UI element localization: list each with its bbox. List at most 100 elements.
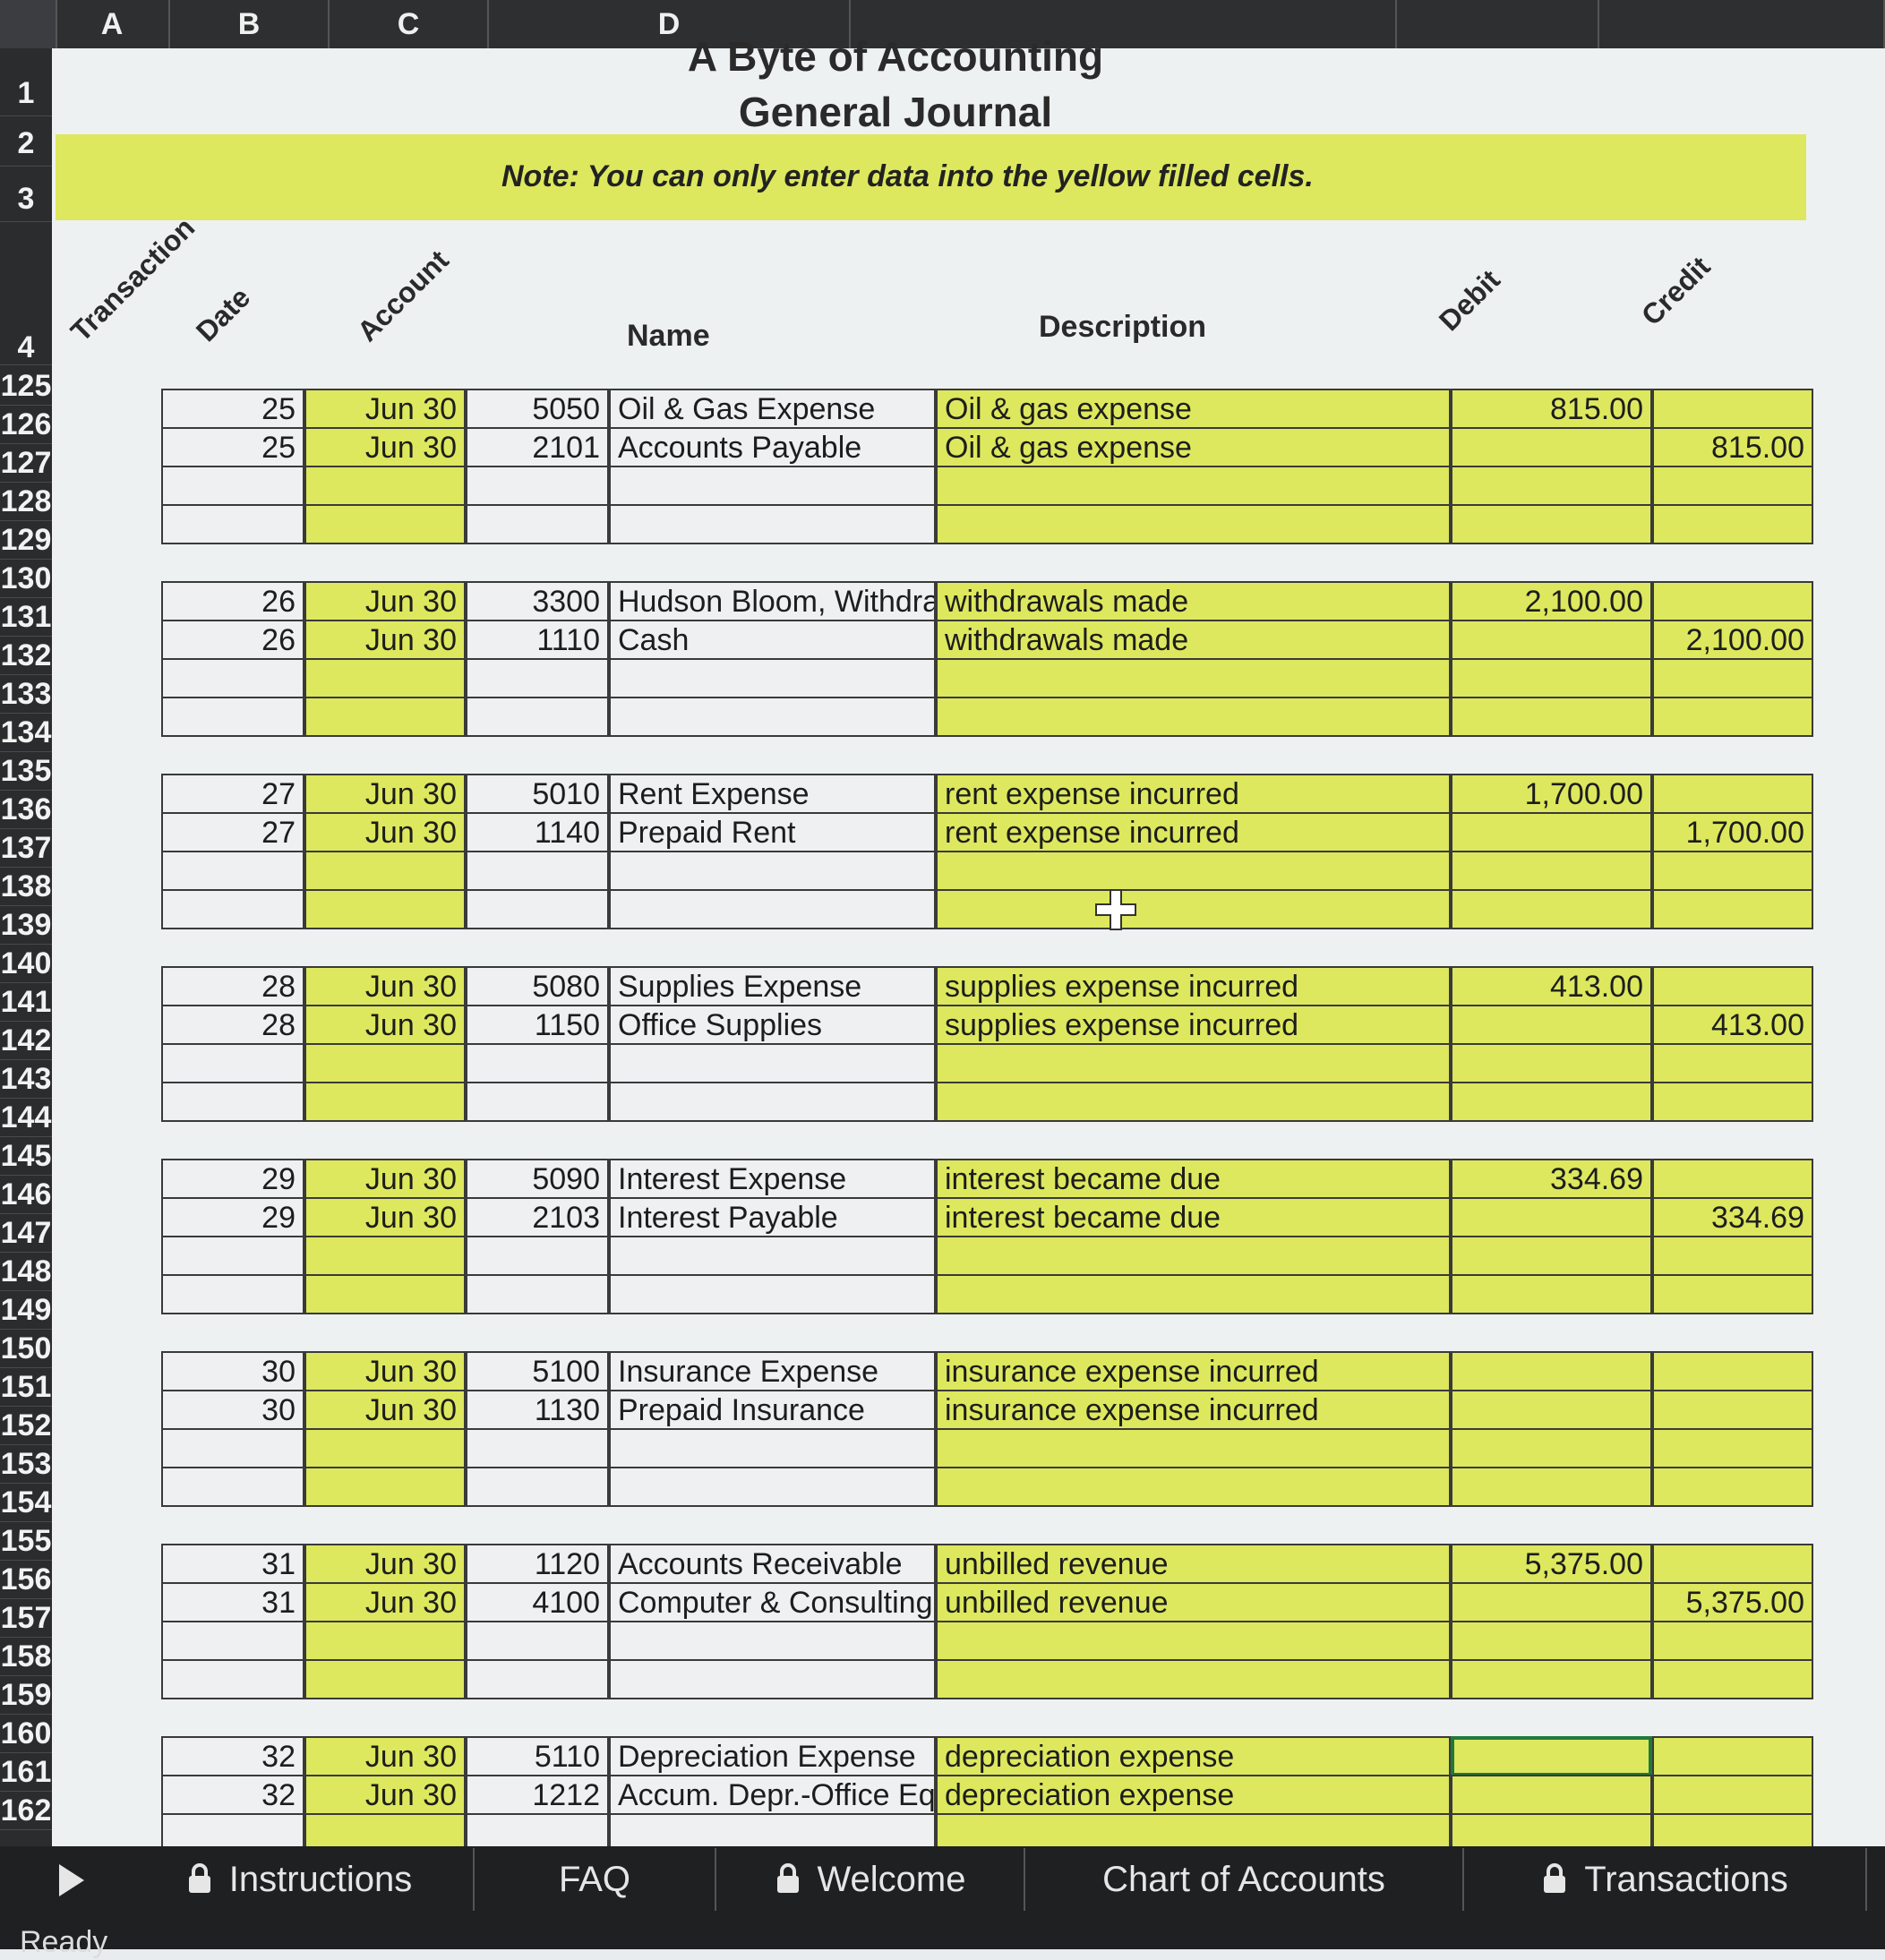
account-name-cell[interactable] [609, 697, 936, 737]
row-number[interactable]: 135 [0, 752, 52, 791]
transaction-cell[interactable]: 30 [161, 1390, 304, 1430]
account-name-cell[interactable] [609, 504, 936, 544]
debit-cell[interactable] [1451, 1274, 1652, 1314]
date-cell[interactable]: Jun 30 [304, 427, 466, 467]
account-name-cell[interactable]: Accum. Depr.-Office Equip [609, 1775, 936, 1815]
credit-cell[interactable] [1652, 658, 1813, 698]
account-cell[interactable] [466, 851, 609, 891]
account-name-cell[interactable]: Interest Payable [609, 1197, 936, 1237]
transaction-cell[interactable]: 27 [161, 812, 304, 852]
account-cell[interactable]: 1130 [466, 1390, 609, 1430]
transaction-cell[interactable] [161, 504, 304, 544]
account-cell[interactable]: 1150 [466, 1005, 609, 1045]
select-all-corner[interactable] [0, 0, 57, 48]
account-name-cell[interactable] [609, 1082, 936, 1122]
credit-cell[interactable] [1652, 1659, 1813, 1699]
account-name-cell[interactable] [609, 851, 936, 891]
account-cell[interactable] [466, 697, 609, 737]
credit-cell[interactable] [1652, 1621, 1813, 1661]
date-cell[interactable]: Jun 30 [304, 1775, 466, 1815]
transaction-cell[interactable] [161, 466, 304, 506]
row-number[interactable]: 157 [0, 1599, 52, 1638]
credit-cell[interactable] [1652, 1390, 1813, 1430]
row-number[interactable]: 150 [0, 1330, 52, 1368]
sheet-tab-chart-of-accounts[interactable]: Chart of Accounts [1025, 1848, 1464, 1911]
description-cell[interactable]: depreciation expense [936, 1736, 1451, 1776]
account-name-cell[interactable]: Prepaid Insurance [609, 1390, 936, 1430]
transaction-cell[interactable] [161, 1082, 304, 1122]
description-cell[interactable]: interest became due [936, 1197, 1451, 1237]
row-number[interactable]: 146 [0, 1176, 52, 1214]
row-number[interactable]: 151 [0, 1368, 52, 1407]
debit-cell[interactable] [1451, 697, 1652, 737]
debit-cell[interactable]: 1,700.00 [1451, 774, 1652, 814]
account-name-cell[interactable] [609, 466, 936, 506]
transaction-cell[interactable] [161, 1274, 304, 1314]
description-cell[interactable] [936, 1274, 1451, 1314]
account-cell[interactable] [466, 1659, 609, 1699]
row-number[interactable]: 137 [0, 829, 52, 868]
date-cell[interactable] [304, 851, 466, 891]
debit-cell[interactable] [1451, 1236, 1652, 1276]
row-number[interactable]: 125 [0, 367, 52, 406]
row-number[interactable]: 4 [0, 330, 52, 365]
description-cell[interactable]: unbilled revenue [936, 1544, 1451, 1584]
date-cell[interactable] [304, 1043, 466, 1083]
transaction-cell[interactable]: 26 [161, 620, 304, 660]
date-cell[interactable] [304, 1236, 466, 1276]
credit-cell[interactable] [1652, 581, 1813, 621]
debit-cell[interactable] [1451, 1621, 1652, 1661]
debit-cell[interactable] [1451, 1467, 1652, 1507]
description-cell[interactable] [936, 1467, 1451, 1507]
sheet-tab-welcome[interactable]: Welcome [716, 1848, 1025, 1911]
credit-cell[interactable] [1652, 1351, 1813, 1391]
row-number[interactable]: 133 [0, 675, 52, 714]
row-number[interactable]: 142 [0, 1022, 52, 1060]
credit-cell[interactable] [1652, 1775, 1813, 1815]
date-cell[interactable]: Jun 30 [304, 774, 466, 814]
debit-cell[interactable] [1451, 1736, 1652, 1776]
account-cell[interactable] [466, 1428, 609, 1468]
credit-cell[interactable]: 1,700.00 [1652, 812, 1813, 852]
date-cell[interactable] [304, 1467, 466, 1507]
debit-cell[interactable] [1451, 1775, 1652, 1815]
transaction-cell[interactable]: 31 [161, 1544, 304, 1584]
account-cell[interactable] [466, 466, 609, 506]
debit-cell[interactable] [1451, 658, 1652, 698]
account-cell[interactable] [466, 889, 609, 929]
debit-cell[interactable] [1451, 620, 1652, 660]
credit-cell[interactable]: 413.00 [1652, 1005, 1813, 1045]
credit-cell[interactable] [1652, 504, 1813, 544]
credit-cell[interactable] [1652, 1274, 1813, 1314]
credit-cell[interactable] [1652, 889, 1813, 929]
credit-cell[interactable] [1652, 851, 1813, 891]
description-cell[interactable] [936, 1659, 1451, 1699]
account-cell[interactable]: 3300 [466, 581, 609, 621]
row-number[interactable]: 153 [0, 1445, 52, 1484]
date-cell[interactable]: Jun 30 [304, 581, 466, 621]
account-cell[interactable]: 5100 [466, 1351, 609, 1391]
account-name-cell[interactable] [609, 1274, 936, 1314]
credit-cell[interactable] [1652, 1043, 1813, 1083]
date-cell[interactable]: Jun 30 [304, 966, 466, 1006]
account-name-cell[interactable]: Office Supplies [609, 1005, 936, 1045]
account-name-cell[interactable]: Accounts Receivable [609, 1544, 936, 1584]
debit-cell[interactable]: 334.69 [1451, 1159, 1652, 1199]
credit-cell[interactable] [1652, 966, 1813, 1006]
transaction-cell[interactable]: 25 [161, 389, 304, 429]
row-number[interactable]: 3 [0, 175, 52, 222]
description-cell[interactable] [936, 658, 1451, 698]
debit-cell[interactable] [1451, 812, 1652, 852]
transaction-cell[interactable]: 29 [161, 1197, 304, 1237]
transaction-cell[interactable] [161, 1621, 304, 1661]
row-number[interactable]: 134 [0, 714, 52, 752]
row-number[interactable]: 145 [0, 1137, 52, 1176]
row-number[interactable]: 126 [0, 406, 52, 444]
description-cell[interactable] [936, 1082, 1451, 1122]
date-cell[interactable] [304, 1082, 466, 1122]
credit-cell[interactable]: 2,100.00 [1652, 620, 1813, 660]
transaction-cell[interactable]: 28 [161, 966, 304, 1006]
description-cell[interactable]: withdrawals made [936, 620, 1451, 660]
row-number[interactable]: 2 [0, 120, 52, 167]
debit-cell[interactable]: 413.00 [1451, 966, 1652, 1006]
